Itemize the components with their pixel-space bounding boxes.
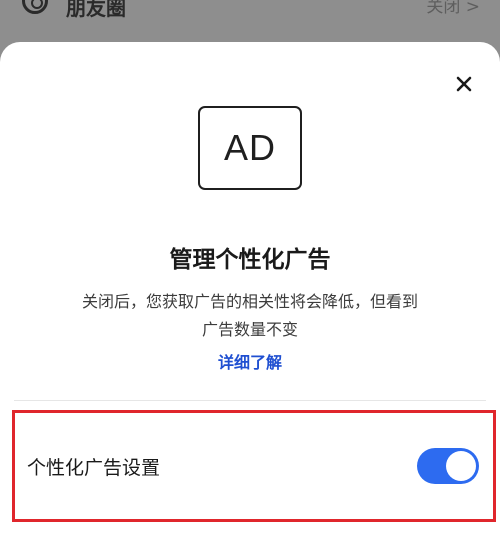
background-item-action[interactable]: 关闭 > — [426, 0, 480, 17]
setting-label: 个性化广告设置 — [27, 457, 161, 479]
dialog-title: 管理个性化广告 — [169, 247, 331, 273]
divider — [14, 400, 486, 401]
close-button[interactable] — [452, 72, 476, 96]
close-icon — [456, 76, 472, 92]
personalized-ad-toggle[interactable] — [417, 448, 479, 484]
learn-more-link[interactable]: 详细了解 — [0, 349, 500, 373]
description-line-1: 关闭后，您获取广告的相关性将会降低，但看到 — [81, 292, 418, 311]
ad-badge-icon: AD — [198, 106, 302, 190]
background-item-label: 朋友圈 — [66, 0, 126, 20]
description-line-2: 广告数量不变 — [201, 320, 298, 339]
personalized-ad-setting-row: 个性化广告设置 — [12, 410, 496, 522]
toggle-knob — [446, 451, 476, 481]
dialog-description: 关闭后，您获取广告的相关性将会降低，但看到 广告数量不变 — [40, 288, 460, 344]
moments-icon — [22, 0, 48, 14]
ad-settings-sheet: AD 管理个性化广告 关闭后，您获取广告的相关性将会降低，但看到 广告数量不变 … — [0, 42, 500, 534]
